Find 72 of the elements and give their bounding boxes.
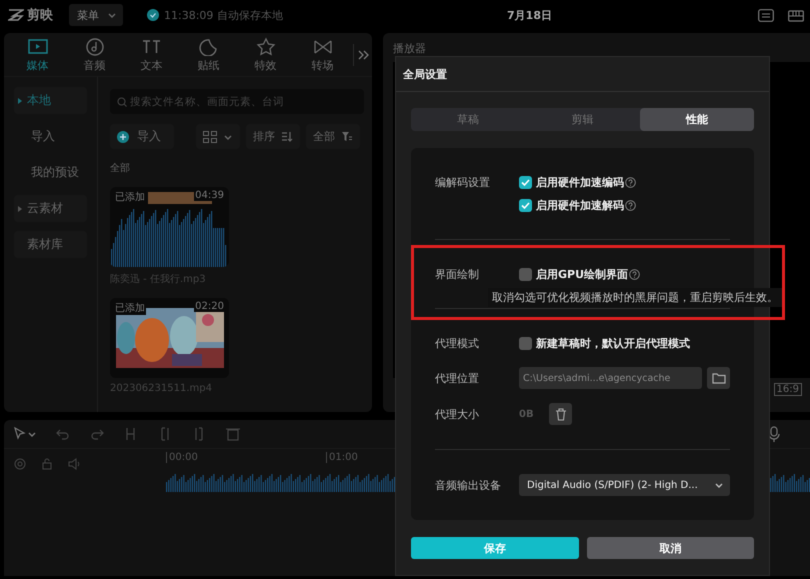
save-status: 11:38:09 自动保存本地 [164, 8, 283, 22]
help-icon[interactable] [625, 176, 636, 188]
panel-tab[interactable]: 特效 [237, 36, 294, 72]
sidebar-item[interactable]: 云素材 [14, 195, 87, 222]
caret-icon [714, 481, 724, 489]
double-chevron-icon[interactable] [358, 50, 370, 60]
microphone-icon[interactable] [768, 426, 780, 442]
sidebar-item[interactable]: 本地 [14, 87, 87, 114]
setting-label: 界面绘制 [435, 266, 480, 282]
folder-icon [712, 372, 726, 384]
aspect-ratio-button[interactable]: 16:9 [774, 383, 802, 396]
search-icon [117, 97, 127, 107]
settings-tab[interactable]: 剪辑 [525, 108, 640, 131]
plus-icon [117, 130, 129, 142]
help-icon[interactable] [629, 268, 640, 280]
timecode: 00:00 [166, 452, 198, 463]
panel-tab[interactable]: 音频 [66, 36, 123, 72]
duration-label: 02:20 [194, 301, 225, 312]
panel-tab[interactable]: 文本 [123, 36, 180, 72]
settings-tab[interactable]: 性能 [640, 108, 754, 131]
setting-label: 代理大小 [435, 406, 480, 422]
caret-icon [107, 11, 117, 19]
sidebar-item[interactable]: 素材库 [14, 231, 87, 258]
added-badge: 已添加 [114, 301, 146, 315]
added-badge: 已添加 [114, 190, 146, 204]
checkbox[interactable]: 启用硬件加速编码 [519, 174, 624, 190]
panel-tab[interactable]: 贴纸 [180, 36, 237, 72]
panel-tab[interactable]: 媒体 [9, 36, 66, 72]
view-toggle-button[interactable] [196, 124, 240, 149]
grid-icon [203, 130, 217, 142]
section-label: 全部 [110, 162, 131, 175]
logo-icon [8, 9, 24, 21]
save-button[interactable]: 保存 [411, 537, 578, 559]
dialog-title: 全局设置 [396, 57, 769, 92]
search-field[interactable]: 搜索文件名称、画面元素、台词 [110, 89, 364, 114]
sidebar-item[interactable]: 我的预设 [14, 159, 87, 186]
duration-label: 04:39 [194, 190, 225, 201]
keyboard-icon[interactable] [788, 8, 804, 22]
checkbox[interactable]: 新建草稿时，默认开启代理模式 [519, 336, 690, 350]
audio-output-select[interactable]: Digital Audio (S/PDIF) (2- High D... [519, 474, 730, 496]
player-title: 播放器 [393, 41, 427, 56]
trash-icon [554, 408, 566, 420]
setting-label: 代理位置 [435, 370, 480, 386]
project-title: 7月18日 [507, 8, 552, 22]
checkbox[interactable]: 启用硬件加速解码 [519, 198, 624, 212]
setting-label: 编解码设置 [435, 174, 491, 190]
sort-button[interactable]: 排序 [246, 124, 300, 149]
app-name: 剪映 [27, 6, 53, 24]
filter-button[interactable]: 全部 [306, 124, 360, 149]
menu-button[interactable]: 菜单 [69, 4, 123, 26]
cache-size: 0B [519, 408, 535, 420]
setting-label: 代理模式 [435, 336, 480, 350]
timecode: 01:00 [326, 452, 358, 463]
sort-icon [281, 131, 293, 142]
filter-icon [341, 131, 353, 142]
caret-icon [223, 132, 233, 140]
folder-button[interactable] [707, 367, 730, 389]
subtitle-icon[interactable] [758, 8, 774, 22]
delete-button[interactable] [549, 403, 572, 425]
triangle-icon [18, 98, 22, 104]
sidebar-item[interactable]: 导入 [14, 123, 87, 150]
help-icon[interactable] [625, 200, 636, 210]
panel-tab[interactable]: 转场 [294, 36, 351, 72]
settings-tab[interactable]: 草稿 [411, 108, 526, 131]
check-icon [147, 9, 159, 21]
import-button[interactable]: 导入 [110, 124, 174, 149]
setting-label: 音频输出设备 [435, 478, 502, 492]
checkbox[interactable]: 启用GPU绘制界面 [519, 266, 628, 282]
cancel-button[interactable]: 取消 [586, 537, 754, 559]
pointer-icon[interactable] [14, 427, 36, 441]
video-icon [26, 36, 50, 56]
triangle-icon [18, 206, 22, 212]
